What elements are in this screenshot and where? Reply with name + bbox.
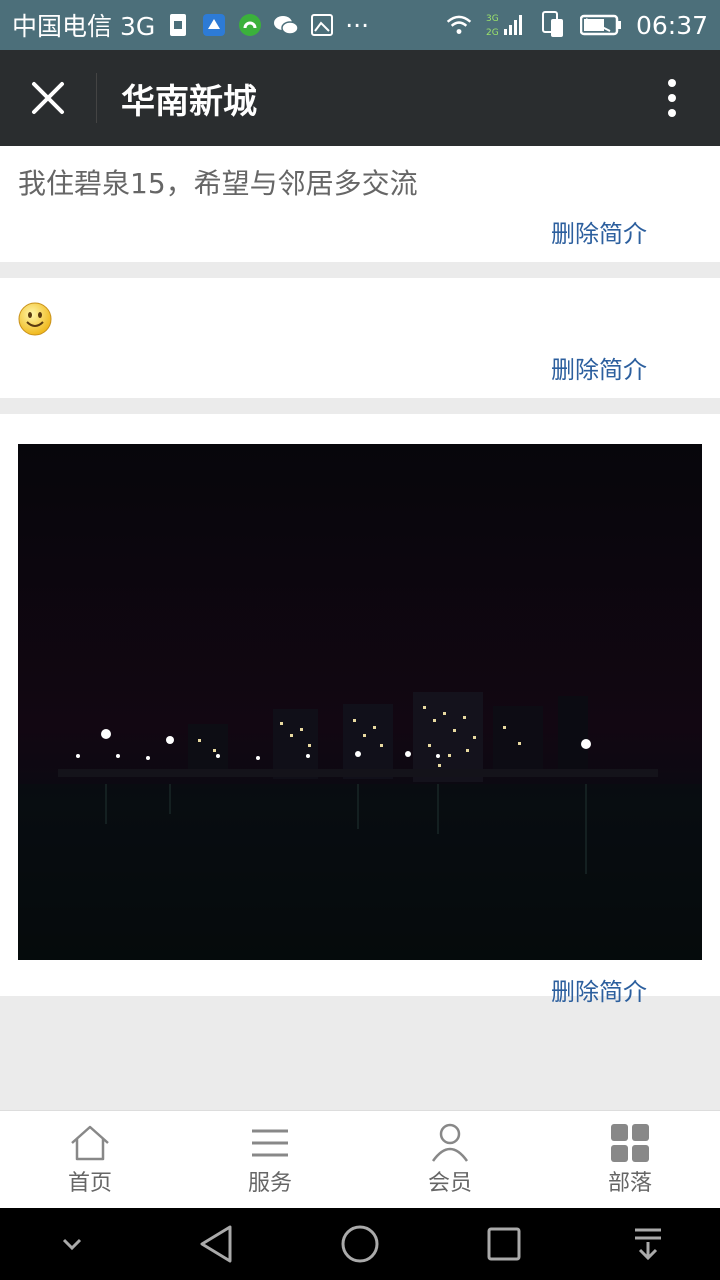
more-options-button[interactable] bbox=[624, 50, 720, 146]
title-bar: 华南新城 bbox=[0, 50, 720, 146]
smiley-emoji-icon bbox=[18, 302, 52, 336]
grid-icon bbox=[608, 1123, 652, 1163]
sim-card-icon bbox=[540, 11, 566, 38]
svg-text:3G: 3G bbox=[486, 14, 499, 24]
close-button[interactable] bbox=[0, 50, 96, 146]
title-divider bbox=[96, 73, 97, 123]
wechat-icon bbox=[273, 12, 299, 38]
tab-service[interactable]: 服务 bbox=[180, 1111, 360, 1208]
chevron-down-icon bbox=[62, 1238, 82, 1251]
image-icon bbox=[309, 12, 335, 38]
hide-nav-button[interactable] bbox=[42, 1214, 102, 1274]
post-card: 删除简介 bbox=[0, 278, 720, 398]
tab-tribe[interactable]: 部落 bbox=[540, 1111, 720, 1208]
more-notifications-icon: ··· bbox=[345, 10, 370, 40]
home-nav-button[interactable] bbox=[330, 1214, 390, 1274]
delete-intro-button[interactable]: 删除简介 bbox=[18, 972, 702, 1007]
more-vertical-icon bbox=[668, 79, 676, 117]
night-cityscape-photo[interactable] bbox=[18, 444, 702, 960]
back-button[interactable] bbox=[186, 1214, 246, 1274]
recent-apps-button[interactable] bbox=[474, 1214, 534, 1274]
delete-intro-button[interactable]: 删除简介 bbox=[18, 350, 702, 385]
post-list: 我住碧泉15，希望与邻居多交流 删除简介 删除简介 删除简介 bbox=[0, 146, 720, 1012]
bottom-tab-bar: 首页 服务 会员 部落 bbox=[0, 1110, 720, 1208]
clock: 06:37 bbox=[635, 10, 708, 40]
tab-home[interactable]: 首页 bbox=[0, 1111, 180, 1208]
svg-text:2G: 2G bbox=[486, 28, 499, 38]
tab-member-label: 会员 bbox=[427, 1170, 472, 1196]
wifi-icon bbox=[446, 12, 472, 38]
pull-down-icon bbox=[635, 1228, 661, 1261]
tab-home-label: 首页 bbox=[67, 1170, 112, 1196]
close-icon bbox=[32, 82, 64, 114]
signal-icon: 3G 2G bbox=[486, 12, 526, 38]
back-triangle-icon bbox=[200, 1225, 232, 1263]
user-icon bbox=[428, 1123, 472, 1163]
status-bar: 中国电信 3G ··· 3G 2G 06:37 bbox=[0, 0, 720, 50]
page-title: 华南新城 bbox=[121, 81, 257, 122]
post-card: 我住碧泉15，希望与邻居多交流 删除简介 bbox=[0, 146, 720, 262]
tab-member[interactable]: 会员 bbox=[360, 1111, 540, 1208]
list-icon bbox=[248, 1123, 292, 1163]
sim-icon bbox=[165, 12, 191, 38]
post-card: 删除简介 bbox=[0, 414, 720, 1006]
app-notification-icon bbox=[201, 12, 227, 38]
recent-square-icon bbox=[487, 1227, 521, 1261]
music-icon bbox=[237, 12, 263, 38]
battery-icon bbox=[579, 12, 622, 38]
notification-pull-button[interactable] bbox=[618, 1214, 678, 1274]
home-icon bbox=[68, 1123, 112, 1163]
delete-intro-button[interactable]: 删除简介 bbox=[18, 214, 702, 249]
tab-tribe-label: 部落 bbox=[607, 1170, 652, 1196]
post-text: 我住碧泉15，希望与邻居多交流 bbox=[18, 167, 418, 200]
carrier-label: 中国电信 3G bbox=[12, 12, 156, 41]
android-nav-bar bbox=[0, 1208, 720, 1280]
home-circle-icon bbox=[341, 1225, 379, 1263]
tab-service-label: 服务 bbox=[247, 1170, 292, 1196]
